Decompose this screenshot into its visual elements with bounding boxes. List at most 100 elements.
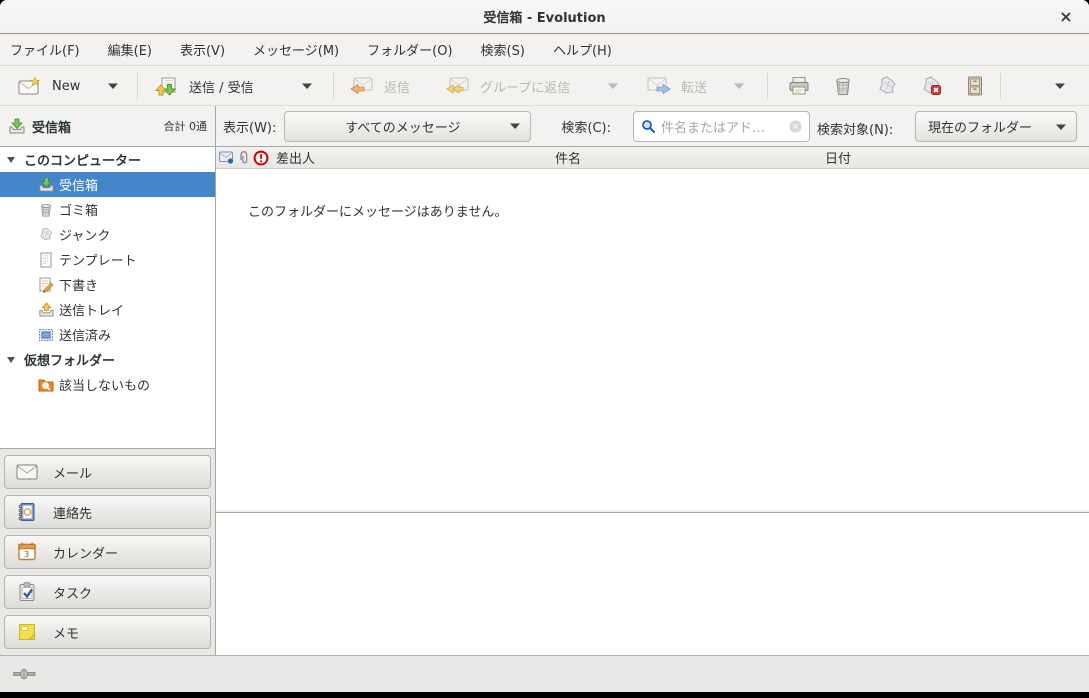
draft-icon bbox=[38, 277, 54, 293]
switcher-contacts-button[interactable]: 連絡先 bbox=[4, 495, 211, 529]
junk-icon bbox=[876, 76, 898, 96]
search-icon bbox=[641, 119, 656, 134]
tree-item-trash[interactable]: ゴミ箱 bbox=[0, 197, 215, 222]
junk-icon bbox=[38, 227, 54, 242]
menubar: ファイル(F) 編集(E) 表示(V) メッセージ(M) フォルダー(O) 検索… bbox=[0, 34, 1089, 66]
filter-combo[interactable]: すべてのメッセージ bbox=[284, 111, 531, 142]
reply-group-dropdown-arrow[interactable] bbox=[596, 71, 630, 101]
filter-bar: 受信箱 合計 0通 表示(W): すべてのメッセージ 検索(C): 件名またはア… bbox=[0, 106, 1089, 147]
calendar-icon: 3 bbox=[16, 542, 38, 562]
archive-button[interactable] bbox=[953, 71, 997, 101]
folder-pane-title: 受信箱 bbox=[32, 117, 71, 136]
message-list-header: 差出人 件名 日付 bbox=[216, 147, 1089, 169]
toolbar-overflow-arrow[interactable] bbox=[1043, 71, 1077, 101]
switcher-mail-button[interactable]: メール bbox=[4, 455, 211, 489]
new-button[interactable]: New bbox=[6, 71, 92, 101]
menu-help[interactable]: ヘルプ(H) bbox=[539, 34, 626, 65]
inbox-icon bbox=[38, 177, 54, 192]
toolbar-separator bbox=[1000, 73, 1001, 99]
reply-button[interactable]: 返信 bbox=[340, 71, 420, 101]
toolbar: New 送信 / 受信 返信 グループに返信 bbox=[0, 66, 1089, 106]
svg-text:3: 3 bbox=[24, 550, 29, 559]
send-receive-button[interactable]: 送信 / 受信 bbox=[143, 71, 266, 101]
menu-view[interactable]: 表示(V) bbox=[166, 34, 239, 65]
tree-item-junk[interactable]: ジャンク bbox=[0, 222, 215, 247]
tree-group-search-folders[interactable]: 仮想フォルダー bbox=[0, 347, 215, 372]
tree-item-templates[interactable]: テンプレート bbox=[0, 247, 215, 272]
message-status-icon bbox=[219, 151, 234, 164]
new-dropdown-arrow[interactable] bbox=[96, 71, 130, 101]
scope-combo[interactable]: 現在のフォルダー bbox=[915, 111, 1077, 142]
toolbar-separator bbox=[137, 73, 138, 99]
not-junk-button[interactable] bbox=[909, 71, 953, 101]
contacts-icon bbox=[16, 502, 38, 522]
combo-arrow-icon bbox=[510, 123, 520, 129]
switcher-tasks-button[interactable]: タスク bbox=[4, 575, 211, 609]
search-folder-icon bbox=[38, 377, 54, 392]
empty-folder-message: このフォルダーにメッセージはありません。 bbox=[248, 201, 507, 220]
folder-pane-header: 受信箱 合計 0通 bbox=[0, 106, 216, 146]
preview-pane bbox=[216, 513, 1089, 655]
outbox-icon bbox=[38, 302, 54, 317]
column-subject[interactable]: 件名 bbox=[550, 148, 820, 167]
tree-group-this-computer[interactable]: このコンピューター bbox=[0, 147, 215, 172]
inbox-icon bbox=[8, 118, 25, 134]
send-receive-icon bbox=[155, 77, 179, 96]
trash-icon bbox=[38, 202, 54, 218]
forward-dropdown-arrow[interactable] bbox=[722, 71, 756, 101]
combo-arrow-icon bbox=[1056, 124, 1066, 130]
menu-search[interactable]: 検索(S) bbox=[467, 34, 539, 65]
message-list-pane: 差出人 件名 日付 このフォルダーにメッセージはありません。 bbox=[216, 147, 1089, 655]
forward-icon bbox=[647, 77, 671, 95]
folder-tree: このコンピューター 受信箱 ゴミ箱 ジャンク テンプレート bbox=[0, 147, 215, 448]
window-title: 受信箱 - Evolution bbox=[483, 7, 605, 26]
online-status-icon[interactable] bbox=[13, 667, 37, 681]
new-mail-icon bbox=[18, 77, 42, 95]
important-icon bbox=[253, 150, 269, 166]
column-from[interactable]: 差出人 bbox=[216, 148, 550, 167]
message-list: このフォルダーにメッセージはありません。 bbox=[216, 169, 1089, 510]
expander-icon[interactable] bbox=[7, 357, 15, 363]
reply-group-button[interactable]: グループに返信 bbox=[436, 71, 580, 101]
menu-folder[interactable]: フォルダー(O) bbox=[353, 34, 466, 65]
file-cabinet-icon bbox=[964, 76, 986, 96]
sent-icon bbox=[38, 327, 54, 343]
tree-item-outbox[interactable]: 送信トレイ bbox=[0, 297, 215, 322]
print-button[interactable] bbox=[777, 71, 821, 101]
clear-search-icon[interactable] bbox=[789, 120, 802, 133]
reply-group-icon bbox=[446, 77, 470, 95]
folder-total-count: 合計 0通 bbox=[164, 118, 208, 134]
toolbar-separator bbox=[767, 73, 768, 99]
junk-button[interactable] bbox=[865, 71, 909, 101]
mail-icon bbox=[16, 464, 38, 480]
component-switcher: メール 連絡先 3 カレンダー タスク メモ bbox=[0, 448, 215, 655]
menu-file[interactable]: ファイル(F) bbox=[0, 34, 94, 65]
close-button[interactable]: × bbox=[1056, 7, 1076, 27]
tree-item-sent[interactable]: 送信済み bbox=[0, 322, 215, 347]
tree-item-inbox[interactable]: 受信箱 bbox=[0, 172, 215, 197]
send-receive-dropdown-arrow[interactable] bbox=[290, 71, 324, 101]
template-icon bbox=[38, 252, 54, 268]
scope-label: 検索対象(N): bbox=[817, 119, 893, 138]
filter-label: 表示(W): bbox=[223, 117, 276, 136]
forward-button[interactable]: 転送 bbox=[637, 71, 717, 101]
tree-item-unmatched[interactable]: 該当しないもの bbox=[0, 372, 215, 397]
titlebar: 受信箱 - Evolution × bbox=[0, 0, 1089, 34]
folder-sidebar: このコンピューター 受信箱 ゴミ箱 ジャンク テンプレート bbox=[0, 147, 216, 655]
tasks-icon bbox=[16, 582, 38, 602]
memos-icon bbox=[16, 622, 38, 642]
column-date[interactable]: 日付 bbox=[820, 148, 1089, 167]
search-placeholder: 件名またはアド… bbox=[661, 117, 784, 136]
expander-icon[interactable] bbox=[7, 157, 15, 163]
attachment-icon bbox=[237, 151, 250, 165]
statusbar bbox=[0, 655, 1089, 692]
menu-edit[interactable]: 編集(E) bbox=[94, 34, 166, 65]
search-input[interactable]: 件名またはアド… bbox=[633, 111, 810, 142]
evolution-window: 受信箱 - Evolution × ファイル(F) 編集(E) 表示(V) メッ… bbox=[0, 0, 1089, 692]
tree-item-drafts[interactable]: 下書き bbox=[0, 272, 215, 297]
menu-message[interactable]: メッセージ(M) bbox=[239, 34, 353, 65]
switcher-calendar-button[interactable]: 3 カレンダー bbox=[4, 535, 211, 569]
switcher-memos-button[interactable]: メモ bbox=[4, 615, 211, 649]
delete-button[interactable] bbox=[821, 71, 865, 101]
not-junk-icon bbox=[920, 76, 942, 96]
